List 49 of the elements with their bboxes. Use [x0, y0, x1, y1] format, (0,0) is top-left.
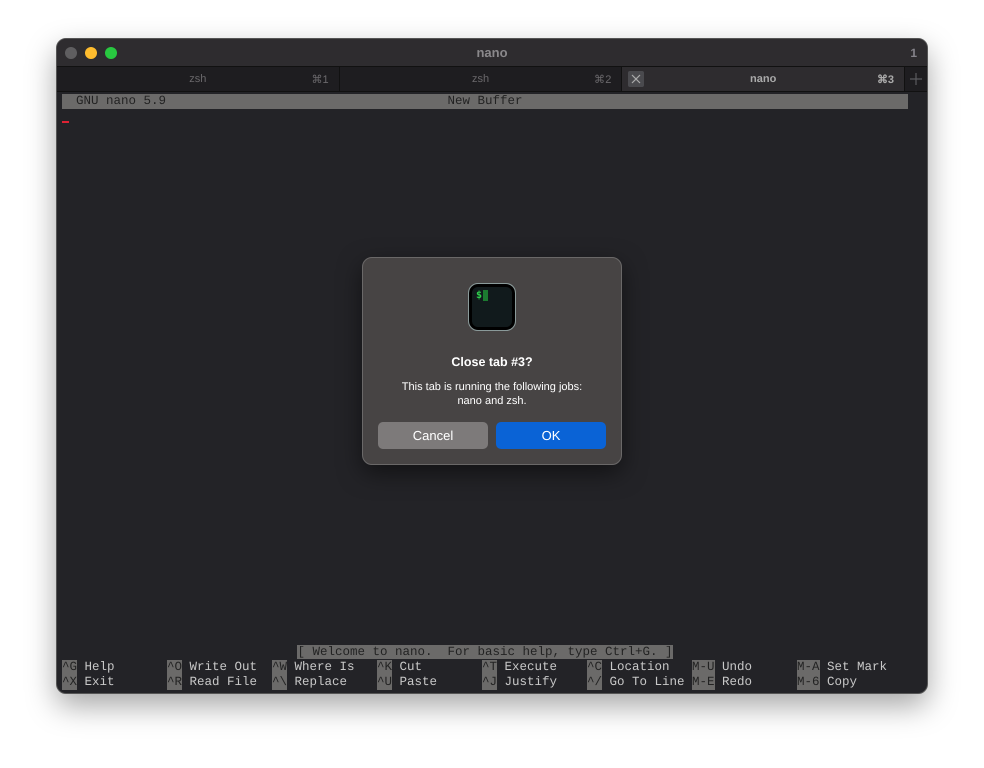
dialog-message: This tab is running the following jobs: nano and zsh. [400, 380, 584, 408]
status-message: [ Welcome to nano. For basic help, type Ctrl+G. ] [297, 645, 673, 659]
shortcut-label: Justify [504, 675, 558, 690]
shortcut-label: Location [610, 660, 670, 675]
shortcut-key: ^T [482, 660, 498, 675]
shortcut-label: Go To Line [610, 675, 685, 690]
shortcut-label: Execute [504, 660, 558, 675]
shortcut-label: Write Out [190, 660, 258, 675]
shortcut-key: ^K [377, 660, 392, 675]
shortcut-label: Set Mark [827, 660, 888, 675]
tab-count: 1 [910, 46, 917, 60]
shortcut-key: ^W [272, 660, 288, 675]
shortcut-key: ^O [167, 660, 182, 675]
shortcut-key: ^R [167, 675, 182, 690]
shortcut-label: Cut [400, 660, 422, 675]
shortcut-key: ^U [377, 675, 392, 690]
shortcut-key: ^C [587, 660, 602, 675]
shortcut-label: Copy [827, 675, 858, 690]
shortcut-key: M-E [692, 675, 715, 690]
ok-button[interactable]: OK [496, 422, 606, 449]
shortcut-key: ^\ [272, 675, 288, 690]
close-icon[interactable] [628, 71, 644, 87]
shortcut-key: ^X [62, 675, 78, 690]
shortcut-key: ^/ [587, 675, 602, 690]
text-cursor [62, 121, 69, 123]
shortcut-label: Exit [84, 675, 115, 690]
shortcut-key: M-A [797, 660, 820, 675]
tab[interactable]: zsh ⌘1 [57, 67, 340, 91]
window-title: nano [476, 45, 508, 60]
shortcut-label: Help [84, 660, 115, 675]
shortcut-label: Paste [400, 675, 438, 690]
buffer-name: New Buffer [448, 94, 522, 109]
terminal-icon: $ [469, 284, 515, 330]
nano-version: GNU nano 5.9 [75, 94, 166, 109]
shortcut-key: M-6 [797, 675, 820, 690]
shortcut-label: Read File [190, 675, 258, 690]
shortcut-label: Undo [722, 660, 752, 675]
cancel-button[interactable]: Cancel [378, 422, 488, 449]
shortcut-key: ^J [482, 675, 498, 690]
minimize-button[interactable] [85, 46, 97, 58]
shortcut-label: Redo [722, 675, 752, 690]
tab[interactable]: nano ⌘3 [622, 67, 906, 91]
shortcut-key: ^G [62, 660, 78, 675]
dialog-title: Close tab #3? [451, 355, 533, 369]
shortcut-label: Where Is [294, 660, 355, 675]
shortcut-key: M-U [692, 660, 715, 675]
zoom-button[interactable] [105, 46, 117, 58]
shortcut-label: Replace [294, 675, 348, 690]
add-tab-icon[interactable] [909, 72, 924, 86]
